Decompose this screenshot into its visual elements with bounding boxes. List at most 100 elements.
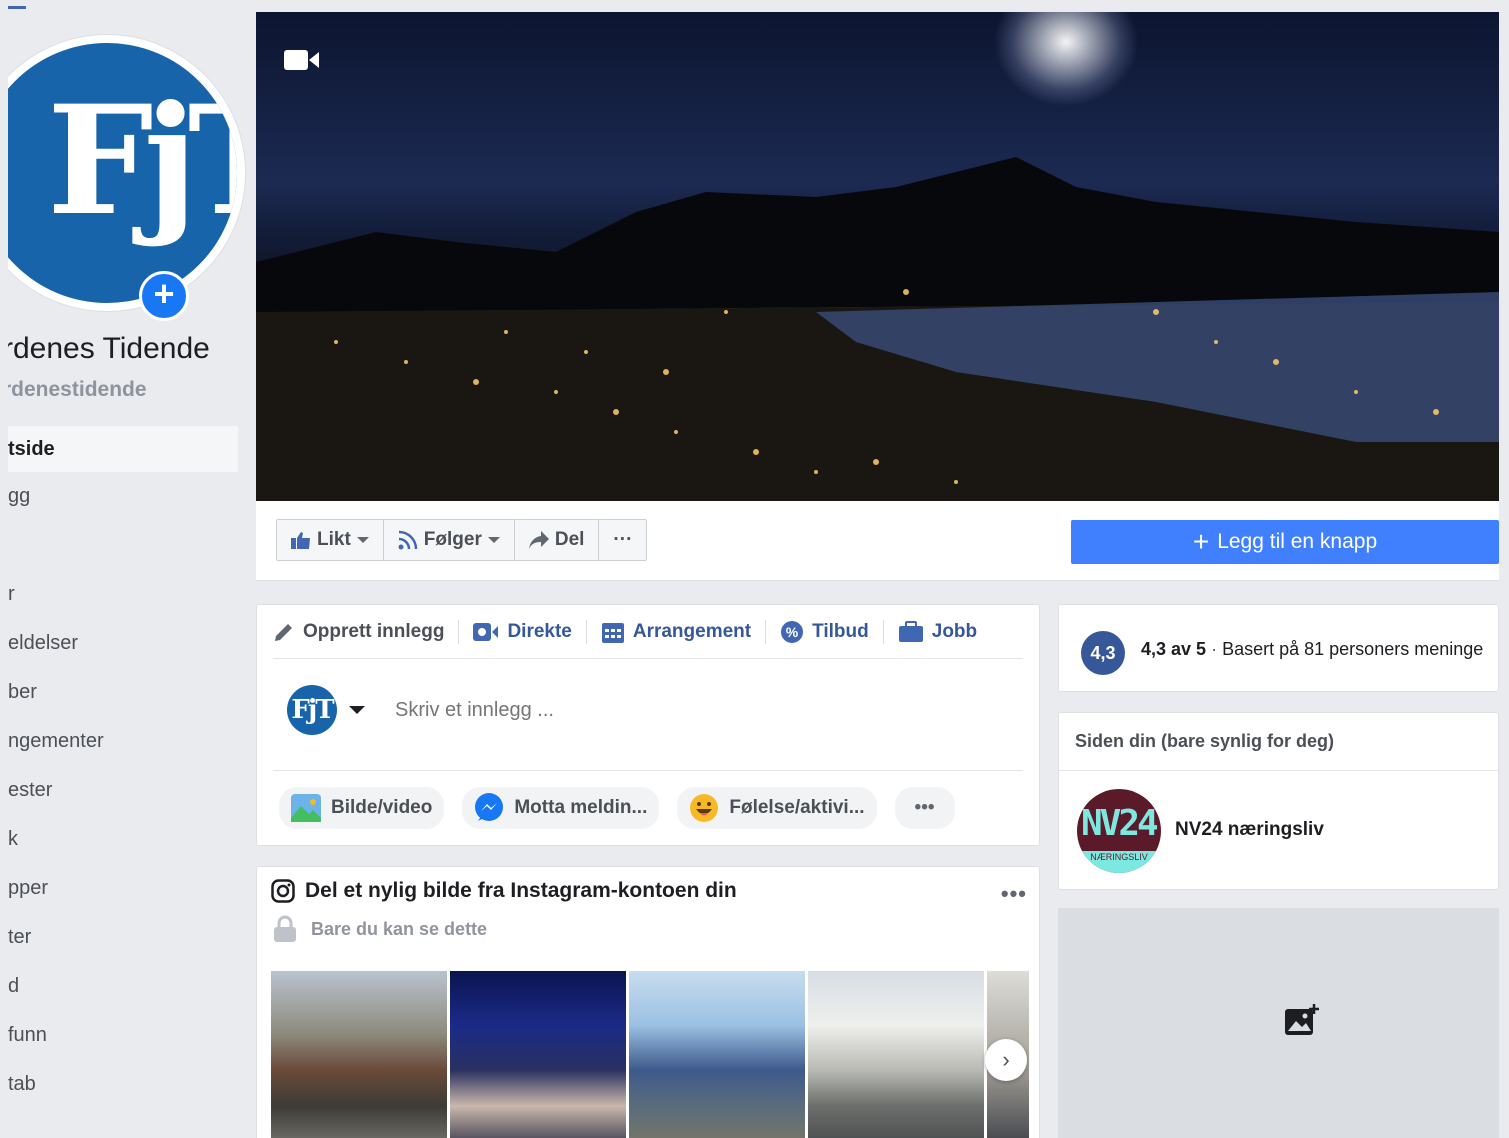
live-video-icon bbox=[473, 622, 499, 641]
svg-text:%: % bbox=[786, 624, 799, 640]
offer-icon: % bbox=[781, 620, 804, 643]
sidebar-item-events[interactable]: ngementer bbox=[8, 717, 238, 766]
page-title[interactable]: rdenes Tidende bbox=[8, 332, 210, 366]
photo-video-button[interactable]: Bilde/video bbox=[279, 787, 445, 829]
liked-label: Likt bbox=[317, 529, 351, 550]
post-input[interactable] bbox=[395, 698, 895, 722]
chevron-down-icon bbox=[487, 537, 500, 543]
instagram-share-card: Del et nylig bilde fra Instagram-kontoen… bbox=[256, 866, 1040, 1138]
profile-logo-text: FjT bbox=[47, 73, 237, 249]
following-label: Følger bbox=[423, 529, 482, 550]
instagram-photo[interactable] bbox=[450, 971, 626, 1138]
rss-follow-icon bbox=[398, 530, 418, 550]
emoji-icon bbox=[690, 794, 719, 822]
nv24-logo-subtext: NÆRINGSLIV bbox=[1077, 851, 1161, 873]
chevron-down-icon bbox=[356, 537, 369, 543]
tab-create-post-label: Opprett innlegg bbox=[303, 620, 445, 642]
messenger-icon bbox=[475, 793, 504, 821]
divider bbox=[273, 770, 1023, 771]
rating-summary[interactable]: 4,3 av 5 · Basert på 81 personers mening… bbox=[1141, 639, 1483, 660]
tab-live-label: Direkte bbox=[507, 620, 572, 642]
cover-landscape bbox=[256, 157, 1499, 501]
page-action-bar: Likt Følger Del ··· + Legg til en knapp bbox=[256, 501, 1499, 581]
rating-badge[interactable]: 4,3 bbox=[1081, 631, 1125, 675]
share-label: Del bbox=[554, 529, 585, 550]
add-profile-photo-button[interactable]: + bbox=[139, 271, 189, 321]
feeling-activity-button[interactable]: Følelse/aktivi... bbox=[677, 787, 877, 829]
profile-picture[interactable]: FjT bbox=[8, 43, 237, 303]
tab-job[interactable]: Jobb bbox=[884, 620, 991, 644]
composer-avatar[interactable]: FjT bbox=[287, 685, 337, 735]
more-options-button[interactable]: ••• bbox=[894, 787, 955, 829]
sidebar-item-groups[interactable]: ber bbox=[8, 668, 238, 717]
add-button-button[interactable]: + Legg til en knapp bbox=[1071, 520, 1499, 564]
add-button-label: Legg til en knapp bbox=[1217, 530, 1378, 553]
get-messages-button[interactable]: Motta meldin... bbox=[462, 787, 660, 829]
privacy-note: Bare du kan se dette bbox=[311, 918, 488, 939]
instagram-card-subtitle: Bare du kan se dette bbox=[273, 915, 487, 943]
tab-offer[interactable]: % Tilbud bbox=[766, 619, 884, 644]
lock-icon bbox=[274, 915, 296, 942]
sidebar-item-groups-2[interactable]: pper bbox=[8, 864, 238, 913]
action-button-group: Likt Følger Del ··· bbox=[276, 519, 648, 561]
add-photo-placeholder[interactable] bbox=[1058, 908, 1499, 1138]
page-sidebar: FjT + rdenes Tidende rdenestidende tside… bbox=[8, 12, 254, 1138]
your-page-card: Siden din (bare synlig for deg) NV24 NÆR… bbox=[1058, 712, 1499, 890]
tab-job-label: Jobb bbox=[931, 620, 978, 642]
tab-create-post[interactable]: Opprett innlegg bbox=[273, 619, 460, 644]
liked-button[interactable]: Likt bbox=[277, 520, 384, 560]
pencil-icon bbox=[275, 623, 292, 641]
post-composer: FjT bbox=[287, 685, 895, 735]
instagram-photo-strip bbox=[271, 971, 1029, 1138]
sidebar-item-tab[interactable]: tab bbox=[8, 1060, 238, 1109]
nv24-logo-text: NV24 bbox=[1081, 803, 1159, 844]
nv24-avatar[interactable]: NV24 NÆRINGSLIV bbox=[1077, 789, 1161, 873]
instagram-title-text: Del et nylig bilde fra Instagram-kontoen… bbox=[305, 879, 737, 902]
photo-video-label: Bilde/video bbox=[331, 797, 433, 818]
cover-photo[interactable] bbox=[256, 12, 1499, 501]
top-accent-bar bbox=[8, 6, 26, 9]
sidebar-item-services[interactable]: ester bbox=[8, 766, 238, 815]
sidebar-item-home[interactable]: tside bbox=[8, 426, 238, 472]
sidebar-item-notifications[interactable]: eldelser bbox=[8, 619, 238, 668]
create-post-card: Opprett innlegg Direkte Arrangement % Ti… bbox=[256, 604, 1040, 846]
add-photo-icon bbox=[1285, 1004, 1319, 1035]
sidebar-item-community[interactable]: funn bbox=[8, 1011, 238, 1060]
instagram-card-title: Del et nylig bilde fra Instagram-kontoen… bbox=[271, 879, 737, 903]
sidebar-item-notes[interactable]: ter bbox=[8, 913, 238, 962]
sidebar-item-r[interactable]: r bbox=[8, 570, 238, 619]
thumbs-up-icon bbox=[291, 532, 310, 549]
sidebar-item-k[interactable]: k bbox=[8, 815, 238, 864]
calendar-icon bbox=[601, 622, 624, 643]
rating-separator: · bbox=[1211, 639, 1218, 659]
chevron-right-icon[interactable]: › bbox=[985, 1039, 1027, 1081]
more-dots-icon: ··· bbox=[613, 529, 633, 550]
rating-score: 4,3 av 5 bbox=[1141, 639, 1207, 659]
tab-offer-label: Tilbud bbox=[812, 620, 869, 642]
sidebar-item-d[interactable]: d bbox=[8, 962, 238, 1011]
sidebar-item-posts[interactable]: gg bbox=[8, 472, 238, 521]
tab-event[interactable]: Arrangement bbox=[587, 619, 767, 644]
sidebar-item-blank[interactable] bbox=[8, 521, 238, 570]
plus-icon: + bbox=[1192, 526, 1210, 557]
share-button[interactable]: Del bbox=[515, 520, 600, 560]
tab-event-label: Arrangement bbox=[632, 620, 752, 642]
instagram-photo[interactable] bbox=[629, 971, 805, 1138]
instagram-photo[interactable] bbox=[808, 971, 984, 1138]
more-dots-icon: ••• bbox=[914, 797, 935, 818]
chevron-down-icon[interactable] bbox=[349, 706, 365, 714]
following-button[interactable]: Følger bbox=[384, 520, 515, 560]
more-options-icon[interactable]: ••• bbox=[1001, 881, 1027, 907]
divider bbox=[1059, 770, 1498, 771]
rating-card: 4,3 4,3 av 5 · Basert på 81 personers me… bbox=[1058, 604, 1499, 692]
instagram-icon bbox=[271, 879, 295, 903]
tab-live[interactable]: Direkte bbox=[459, 619, 587, 644]
video-camera-icon[interactable] bbox=[284, 48, 320, 72]
sidebar-nav: tside gg r eldelser ber ngementer ester … bbox=[8, 426, 238, 1109]
nv24-page-link[interactable]: NV24 næringsliv bbox=[1175, 819, 1324, 841]
more-actions-button[interactable]: ··· bbox=[599, 520, 646, 560]
instagram-photo[interactable] bbox=[271, 971, 447, 1138]
post-options: Bilde/video Motta meldin... Følelse/akti… bbox=[279, 787, 955, 829]
photo-icon bbox=[291, 794, 321, 822]
page-username[interactable]: rdenestidende bbox=[8, 378, 147, 402]
